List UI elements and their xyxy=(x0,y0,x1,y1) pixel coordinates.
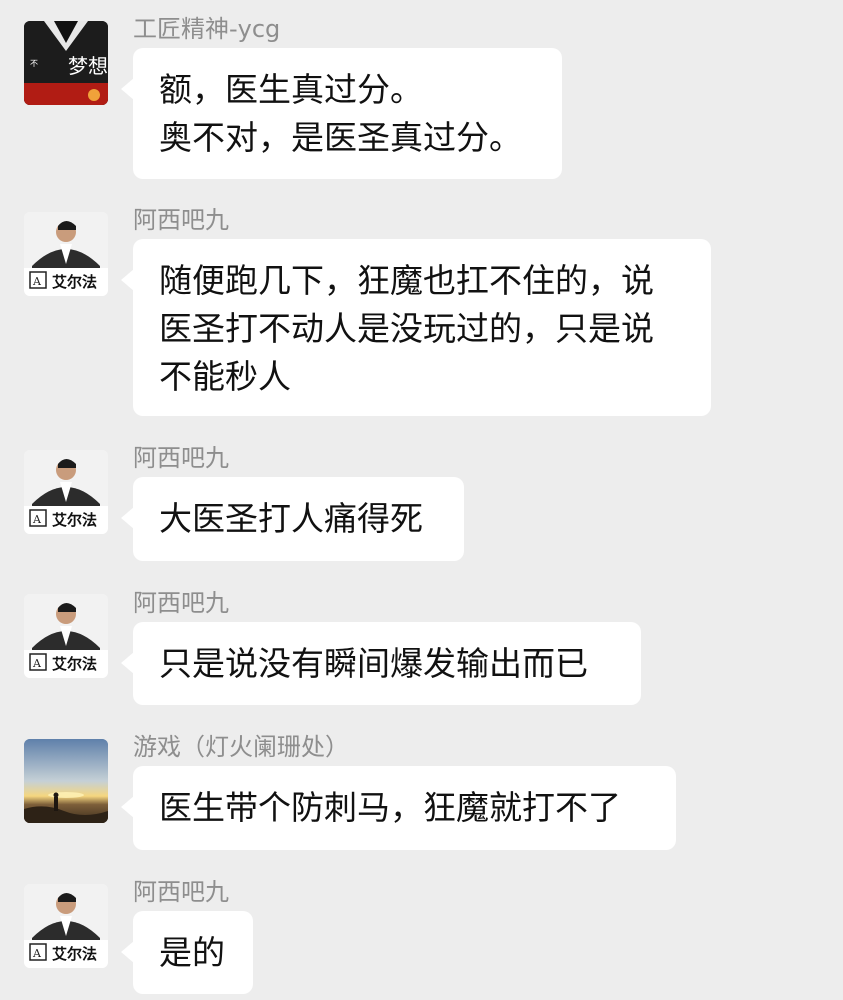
message-bubble[interactable]: 额，医生真过分。 奥不对，是医圣真过分。 xyxy=(121,48,562,179)
message-bubble[interactable]: 医生带个防刺马，狂魔就打不了 xyxy=(121,766,676,850)
svg-text:不: 不 xyxy=(30,59,38,68)
message-text: 随便跑几下，狂魔也扛不住的，说 xyxy=(159,261,654,300)
avatar[interactable]: A 艾尔法 xyxy=(24,884,108,968)
message-text: 奥不对，是医圣真过分。 xyxy=(159,118,522,157)
sender-name: 阿西吧九 xyxy=(133,206,229,234)
man-in-suit-avatar-icon: A 艾尔法 xyxy=(24,450,108,534)
svg-text:A: A xyxy=(32,947,42,960)
message-text: 医圣打不动人是没玩过的，只是说 xyxy=(159,309,654,348)
sunset-landscape-avatar-icon xyxy=(24,739,108,823)
sender-name: 阿西吧九 xyxy=(133,589,229,617)
message-bubble[interactable]: 大医圣打人痛得死 xyxy=(121,477,464,561)
avatar[interactable]: A 艾尔法 xyxy=(24,212,108,296)
sender-name: 阿西吧九 xyxy=(133,444,229,472)
man-in-suit-avatar-icon: A 艾尔法 xyxy=(24,884,108,968)
svg-text:A: A xyxy=(32,513,42,526)
message-bubble[interactable]: 只是说没有瞬间爆发输出而已 xyxy=(121,622,641,705)
avatar[interactable]: A 艾尔法 xyxy=(24,450,108,534)
message-text: 只是说没有瞬间爆发输出而已 xyxy=(159,644,588,683)
svg-text:艾尔法: 艾尔法 xyxy=(52,273,97,291)
sender-name: 游戏（灯火阑珊处） xyxy=(133,733,349,761)
man-in-suit-avatar-icon: A 艾尔法 xyxy=(24,594,108,678)
avatar[interactable]: A 艾尔法 xyxy=(24,594,108,678)
sender-name: 阿西吧九 xyxy=(133,878,229,906)
poster-avatar-icon: 梦想 不 xyxy=(24,21,108,105)
message-text: 是的 xyxy=(159,933,225,972)
sender-name: 工匠精神-ycg xyxy=(133,15,281,43)
message-text: 医生带个防刺马，狂魔就打不了 xyxy=(159,788,621,827)
message-bubble[interactable]: 随便跑几下，狂魔也扛不住的，说 医圣打不动人是没玩过的，只是说 不能秒人 xyxy=(121,239,711,416)
avatar[interactable]: 梦想 不 xyxy=(24,21,108,105)
svg-text:艾尔法: 艾尔法 xyxy=(52,655,97,673)
message-text: 大医圣打人痛得死 xyxy=(159,499,423,538)
man-in-suit-avatar-icon: A 艾尔法 xyxy=(24,212,108,296)
svg-text:艾尔法: 艾尔法 xyxy=(52,511,97,529)
svg-text:艾尔法: 艾尔法 xyxy=(52,945,97,963)
svg-text:A: A xyxy=(32,657,42,670)
svg-text:A: A xyxy=(32,275,42,288)
chat-log: 梦想 不 工匠精神-ycg 额，医生真过分。 奥不对，是医圣真过分。 A 艾尔法 xyxy=(0,0,843,1000)
avatar[interactable] xyxy=(24,739,108,823)
svg-text:梦想: 梦想 xyxy=(68,54,108,78)
message-text: 不能秒人 xyxy=(159,357,291,396)
message-text: 额，医生真过分。 xyxy=(159,70,423,109)
message-bubble[interactable]: 是的 xyxy=(121,911,253,994)
